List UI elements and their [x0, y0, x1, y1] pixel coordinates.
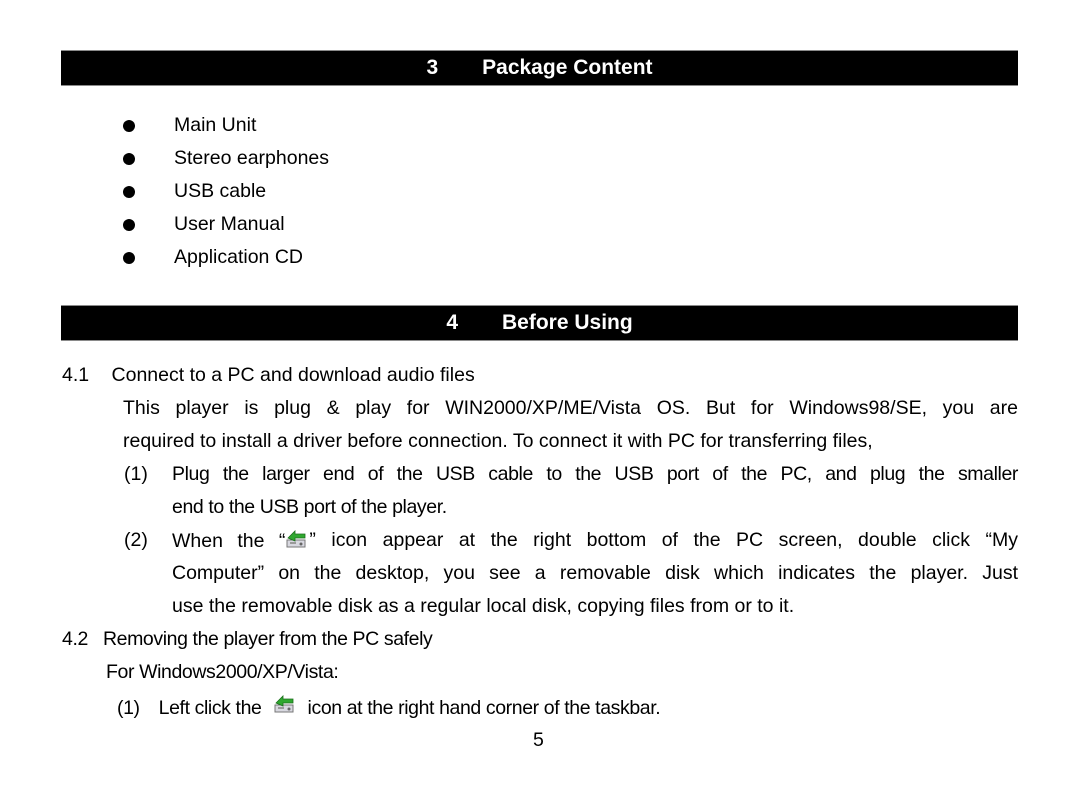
bullet-icon: [123, 185, 135, 198]
package-content-list: Main Unit Stereo earphones USB cable Use…: [123, 109, 329, 274]
bullet-icon: [123, 119, 135, 132]
list-item-label: Stereo earphones: [174, 147, 330, 169]
step-text: end to the USB port of the player.: [172, 496, 447, 518]
step-text-pre: Left click the: [158, 697, 262, 719]
subsection-title: Connect to a PC and download audio files: [111, 364, 475, 386]
step-text-pre: When the “: [172, 530, 286, 552]
subsection-4-2-heading: 4.2 Removing the player from the PC safe…: [62, 627, 433, 651]
list-item: USB cable: [123, 175, 329, 208]
list-item: Main Unit: [123, 109, 329, 142]
step-text: When the “ ” icon appear at the right bo…: [172, 528, 1018, 553]
section-4-number: 4: [446, 311, 458, 334]
step-line: (1) Left click the icon at the right han…: [117, 693, 661, 720]
bullet-icon: [123, 218, 135, 231]
step-number: (1): [117, 697, 140, 719]
subsection-title: Removing the player from the PC safely: [102, 628, 433, 650]
section-4-title: Before Using: [502, 311, 633, 334]
subsection-number: 4.2: [62, 628, 88, 650]
list-item-label: Main Unit: [174, 114, 257, 136]
step-text: Plug the larger end of the USB cable to …: [172, 463, 1018, 485]
paragraph-line: This player is plug & play for WIN2000/X…: [123, 397, 1018, 419]
step-text-post: icon at the right hand corner of the tas…: [307, 697, 661, 719]
step-text-post: ” icon appear at the right bottom of the…: [309, 529, 1018, 551]
section-3-title: Package Content: [482, 56, 653, 79]
list-item: Stereo earphones: [123, 142, 329, 175]
section-3-header: 3 Package Content: [61, 50, 1018, 86]
page-number: 5: [533, 729, 544, 751]
list-item: User Manual: [123, 208, 329, 241]
list-item-label: USB cable: [174, 180, 267, 202]
section-4-header: 4 Before Using: [61, 305, 1018, 341]
subsection-number: 4.1: [62, 364, 90, 386]
safely-remove-hardware-icon: [273, 693, 297, 715]
list-item: Application CD: [123, 241, 329, 274]
list-item-label: User Manual: [174, 213, 285, 235]
os-label: For Windows2000/XP/Vista:: [106, 661, 339, 683]
safely-remove-hardware-icon: [285, 528, 309, 550]
step-text: use the removable disk as a regular loca…: [172, 595, 795, 617]
bullet-icon: [123, 152, 135, 165]
bullet-icon: [123, 251, 135, 264]
step-text: Computer” on the desktop, you see a remo…: [172, 562, 1018, 584]
subsection-4-1-heading: 4.1 Connect to a PC and download audio f…: [62, 363, 475, 387]
step-text-part: When the “: [172, 528, 309, 553]
step-number: (1): [124, 463, 148, 485]
section-3-number: 3: [426, 56, 439, 79]
step-number: (2): [124, 529, 148, 551]
paragraph-line: required to install a driver before conn…: [123, 430, 873, 452]
list-item-label: Application CD: [174, 246, 303, 268]
